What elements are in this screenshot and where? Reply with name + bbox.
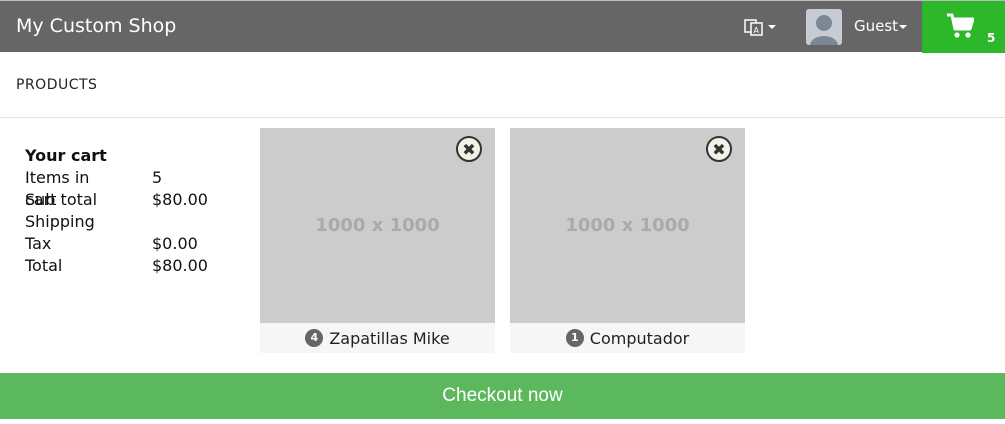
remove-item-icon[interactable]: ✖: [456, 136, 482, 162]
shopping-cart-icon: [947, 13, 974, 38]
product-name[interactable]: Zapatillas Mike: [329, 329, 449, 348]
cart-count-badge: 5: [987, 31, 996, 45]
summary-label: Shipping: [25, 212, 95, 231]
cart-button[interactable]: 5: [922, 1, 1005, 53]
summary-value: $80.00: [152, 190, 208, 209]
checkout-button[interactable]: Checkout now: [0, 373, 1005, 419]
user-menu-label[interactable]: Guest: [854, 17, 898, 35]
cart-item-caption: 1 Computador: [510, 323, 745, 353]
remove-item-icon[interactable]: ✖: [706, 136, 732, 162]
quantity-badge: 4: [305, 329, 324, 347]
sub-navbar: PRODUCTS: [0, 52, 1005, 118]
summary-row-items: Items in cart 5: [25, 167, 162, 209]
shop-brand[interactable]: My Custom Shop: [16, 15, 176, 37]
cart-item-card: 1000 x 1000 ✖ 4 Zapatillas Mike: [260, 128, 495, 353]
top-navbar: My Custom Shop A Guest 5: [0, 0, 1005, 53]
language-caret-icon: [768, 25, 776, 29]
svg-text:A: A: [754, 26, 760, 35]
quantity-badge: 1: [565, 329, 584, 347]
nav-products-link[interactable]: PRODUCTS: [16, 77, 97, 93]
summary-label: Total: [25, 256, 63, 275]
user-caret-icon: [899, 25, 907, 29]
summary-label: Sub total: [25, 190, 98, 209]
summary-row-total: Total $80.00: [25, 255, 208, 277]
user-avatar[interactable]: [806, 9, 842, 45]
language-icon: A: [744, 19, 763, 36]
cart-item-card: 1000 x 1000 ✖ 1 Computador: [510, 128, 745, 353]
summary-row-subtotal: Sub total $80.00: [25, 189, 208, 211]
summary-label: Tax: [25, 234, 52, 253]
summary-row-shipping: Shipping: [25, 211, 107, 233]
avatar-silhouette-icon: [806, 9, 842, 45]
cart-summary: Your cart Items in cart 5 Sub total $80.…: [25, 145, 208, 277]
summary-row-tax: Tax $0.00: [25, 233, 198, 255]
summary-value: 5: [152, 168, 163, 187]
cart-item-caption: 4 Zapatillas Mike: [260, 323, 495, 353]
summary-value: $0.00: [152, 234, 198, 253]
cart-summary-title: Your cart: [25, 146, 107, 165]
product-name[interactable]: Computador: [590, 329, 689, 348]
summary-value: $80.00: [152, 256, 208, 275]
